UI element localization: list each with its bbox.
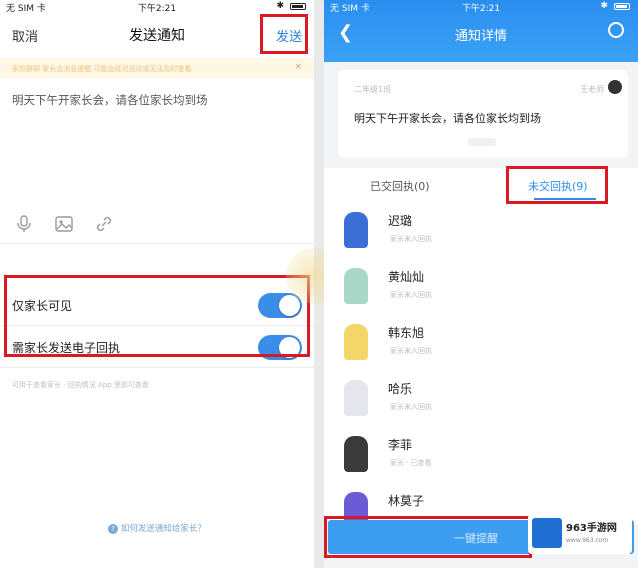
header-bar: 无 SIM 卡 下午2:21 ✱ ❮ 通知详情 [324, 0, 638, 62]
student-list: 迟璐 家长未入回执 黄灿灿 家长未入回执 韩东旭 家长未入回执 哈乐 家长未入回执 李菲 家长 ·… [324, 204, 638, 528]
expand-handle[interactable] [468, 138, 496, 146]
help-link[interactable]: ? 如何发送通知给家长？ [0, 522, 314, 534]
cube-icon [532, 518, 562, 548]
watermark-logo: 963手游网 www.963.com [528, 514, 632, 554]
student-status: 家长 · 已查看 [390, 459, 432, 467]
notice-message: 明天下午开家长会，请各位家长均到场 [354, 112, 541, 125]
student-item[interactable]: 迟璐 家长未入回执 [324, 204, 638, 260]
student-status: 家长未入回执 [390, 291, 432, 299]
student-item[interactable]: 李菲家长 · 已查看 [324, 428, 638, 484]
link-icon[interactable] [94, 214, 114, 234]
status-time: 下午2:21 [137, 4, 177, 14]
attachment-bar [0, 208, 314, 244]
avatar [344, 436, 368, 472]
status-bar: 无 SIM 卡 下午2:21 ✱ [324, 0, 638, 14]
image-icon[interactable] [54, 214, 74, 234]
button-highlight [324, 516, 532, 558]
student-item[interactable]: 韩东旭 家长未入回执 [324, 316, 638, 372]
help-icon: ? [108, 524, 119, 534]
bluetooth-icon: ✱ [600, 1, 608, 11]
student-item[interactable]: 哈乐 家长未入回执 [324, 372, 638, 428]
student-name: 韩东旭 [388, 326, 425, 340]
send-highlight [260, 14, 308, 54]
tip-text: 家校群聊 家长会消息提醒 可能会延迟送达或无法及时查看 [12, 65, 192, 73]
student-status: 家长未入回执 [390, 403, 432, 411]
teacher-avatar [608, 80, 622, 94]
page-title: 通知详情 [454, 29, 507, 44]
class-name: 二年级1班 [354, 85, 392, 94]
student-name: 黄灿灿 [388, 270, 425, 284]
notice-card: 二年级1班 王老师 明天下午开家长会，请各位家长均到场 [338, 70, 628, 158]
tip-bar: 家校群聊 家长会消息提醒 可能会延迟送达或无法及时查看 × [0, 58, 314, 78]
teacher-name: 王老师 [580, 85, 604, 94]
avatar [344, 324, 368, 360]
student-status: 家长未入回执 [390, 235, 432, 243]
student-name: 李菲 [388, 438, 413, 452]
bluetooth-icon: ✱ [276, 1, 284, 11]
close-icon[interactable]: × [294, 62, 302, 72]
status-time: 下午2:21 [461, 4, 501, 14]
battery-icon [290, 3, 306, 10]
student-status: 家长未入回执 [390, 347, 432, 355]
student-name: 迟璐 [388, 214, 413, 228]
footer-tip: 可用于查看家长 · 回执情况 App 里即可查看 [12, 381, 149, 389]
avatar [344, 212, 368, 248]
battery-icon [614, 3, 630, 10]
student-item[interactable]: 黄灿灿 家长未入回执 [324, 260, 638, 316]
tab-submitted[interactable]: 已交回执(0) [370, 178, 430, 194]
student-name: 哈乐 [388, 382, 413, 396]
toggles-highlight [4, 275, 310, 357]
avatar [344, 380, 368, 416]
avatar [344, 268, 368, 304]
pending-tab-highlight [506, 166, 608, 204]
help-link-text: 如何发送通知给家长？ [120, 524, 206, 534]
mic-icon[interactable] [14, 214, 34, 234]
notice-detail-screen: 无 SIM 卡 下午2:21 ✱ ❮ 通知详情 二年级1班 王老师 明天下午开家… [324, 0, 638, 568]
watermark-url: www.963.com [566, 537, 609, 544]
student-name: 林莫子 [388, 494, 425, 508]
edit-icon[interactable] [608, 22, 624, 38]
watermark-title: 963手游网 [566, 523, 617, 534]
message-input[interactable]: 明天下午开家长会，请各位家长均到场 [0, 78, 314, 208]
status-bar: 无 SIM 卡 下午2:21 ✱ [0, 0, 314, 14]
send-notice-screen: 无 SIM 卡 下午2:21 ✱ 取消 发送通知 发送 家校群聊 家长会消息提醒… [0, 0, 314, 568]
